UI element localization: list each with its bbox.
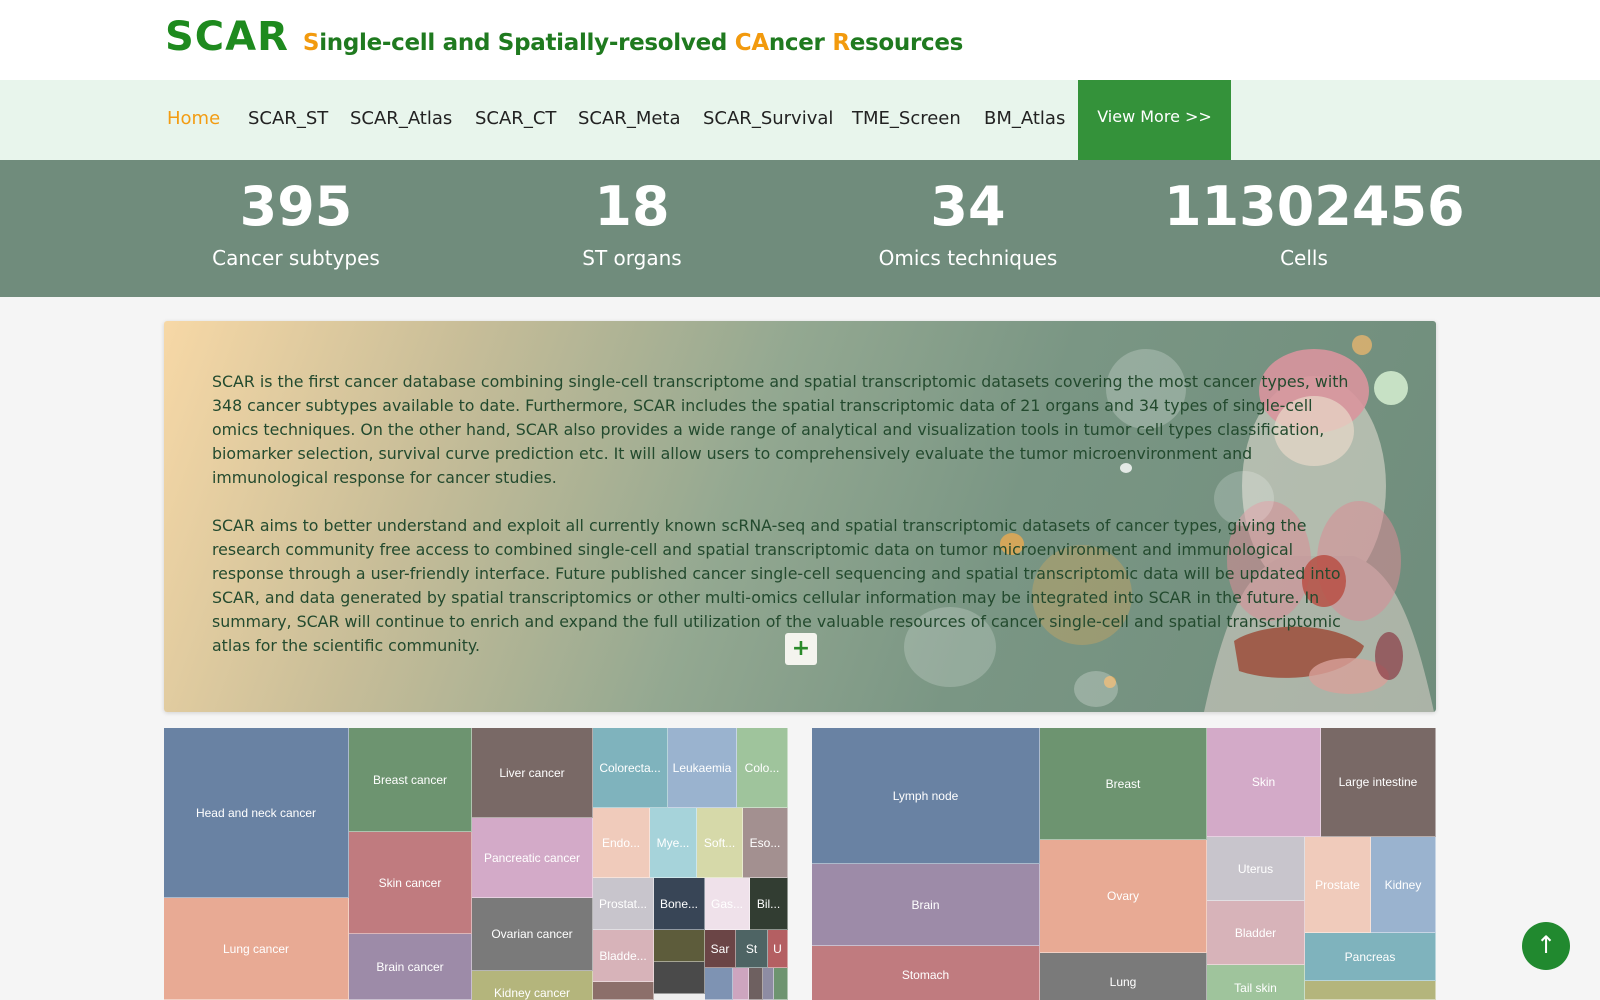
treemap-tile-soft-tissue[interactable]: Soft...	[697, 808, 743, 878]
organ-treemap: Lymph node Brain Stomach Breast Ovary Lu…	[812, 728, 1436, 1000]
treemap-tile-tail-skin[interactable]: Tail skin	[1207, 965, 1305, 1000]
stat-label: Cancer subtypes	[212, 246, 380, 270]
treemap-tile-stomach[interactable]: St	[736, 930, 768, 968]
treemap-tile-ovarian[interactable]: Ovarian cancer	[472, 898, 593, 971]
treemap-tile-uterus[interactable]: Uterus	[1207, 837, 1305, 901]
stat-number: 11302456	[1164, 175, 1465, 238]
treemap-tile-breast[interactable]: Breast	[1040, 728, 1207, 840]
stat-omics-techniques: 34 Omics techniques	[828, 175, 1108, 271]
treemap-tile-other[interactable]	[749, 968, 763, 1000]
stat-label: Omics techniques	[878, 246, 1058, 270]
treemap-tile-pancreas[interactable]: Pancreas	[1305, 933, 1436, 981]
treemap-tile-bone[interactable]: Bone...	[654, 878, 705, 930]
treemap-tile-kidney[interactable]: Kidney cancer	[472, 971, 593, 1000]
nav-tme-screen[interactable]: TME_Screen	[852, 80, 961, 160]
treemap-tile-esophageal[interactable]: Eso...	[743, 808, 788, 878]
brand-sub-ca: CA	[734, 30, 769, 56]
brand-sub-text-1: ingle-cell and Spatially-resolved	[319, 30, 735, 56]
treemap-tile-other[interactable]	[593, 982, 654, 1000]
treemap-tile-gastric[interactable]: Gas...	[705, 878, 750, 930]
treemap-tile-biliary[interactable]: Bil...	[750, 878, 788, 930]
brand-sub-text-2: ncer	[768, 30, 833, 56]
decor-bubble	[1352, 335, 1372, 355]
stats-banner: 395 Cancer subtypes 18 ST organs 34 Omic…	[0, 160, 1600, 297]
stat-number: 34	[930, 175, 1006, 238]
treemap-tile-brain[interactable]: Brain cancer	[349, 934, 472, 1000]
intro-panel: SCAR is the first cancer database combin…	[164, 321, 1436, 712]
treemap-tile-liver[interactable]: Liver cancer	[472, 728, 593, 818]
stat-number: 18	[594, 175, 670, 238]
treemap-tile-lymph-node[interactable]: Lymph node	[812, 728, 1040, 864]
treemap-tile-other[interactable]	[733, 968, 749, 1000]
treemap-tile-lung[interactable]: Lung cancer	[164, 898, 349, 1000]
treemap-tile-skin[interactable]: Skin cancer	[349, 832, 472, 934]
stat-cancer-subtypes: 395 Cancer subtypes	[156, 175, 436, 271]
treemap-tile-other[interactable]	[774, 968, 788, 1000]
treemap-tile-breast[interactable]: Breast cancer	[349, 728, 472, 832]
intro-paragraph-1: SCAR is the first cancer database combin…	[212, 372, 1349, 487]
treemap-tile-other[interactable]	[763, 968, 774, 1000]
brand-logo[interactable]: SCAR Single-cell and Spatially-resolved …	[165, 14, 963, 60]
treemap-tile-skin[interactable]: Skin	[1207, 728, 1321, 837]
main-nav: Home SCAR_ST SCAR_Atlas SCAR_CT SCAR_Met…	[0, 80, 1600, 160]
treemap-tile-bladder[interactable]: Bladde...	[593, 930, 654, 982]
treemap-tile-head-neck[interactable]: Head and neck cancer	[164, 728, 349, 898]
treemap-tile-prostate[interactable]: Prostate	[1305, 837, 1371, 933]
treemap-tile-brain[interactable]: Brain	[812, 864, 1040, 946]
stat-cells: 11302456 Cells	[1164, 175, 1465, 271]
treemap-tile-sarcoma[interactable]: Sar	[705, 930, 736, 968]
treemap-tile-uterine[interactable]: U	[768, 930, 788, 968]
nav-scar-meta[interactable]: SCAR_Meta	[578, 80, 681, 160]
site-header: SCAR Single-cell and Spatially-resolved …	[0, 0, 1600, 80]
decor-bubble	[1374, 371, 1408, 405]
treemap-tile-other[interactable]	[1305, 981, 1436, 1000]
nav-scar-atlas[interactable]: SCAR_Atlas	[350, 80, 452, 160]
treemap-tile-other[interactable]	[654, 930, 705, 962]
treemap-tile-ovary[interactable]: Ovary	[1040, 840, 1207, 953]
treemap-tile-other[interactable]	[705, 968, 733, 1000]
stat-label: Cells	[1280, 246, 1328, 270]
nav-scar-st[interactable]: SCAR_ST	[248, 80, 328, 160]
stat-label: ST organs	[582, 246, 682, 270]
nav-scar-ct[interactable]: SCAR_CT	[475, 80, 556, 160]
treemap-tile-stomach[interactable]: Stomach	[812, 946, 1040, 1000]
nav-bm-atlas[interactable]: BM_Atlas	[984, 80, 1065, 160]
treemap-tile-large-intestine[interactable]: Large intestine	[1321, 728, 1436, 837]
brand-sub-s: S	[302, 30, 320, 56]
treemap-tile-prostate[interactable]: Prostat...	[593, 878, 654, 930]
treemap-tile-endometrial[interactable]: Endo...	[593, 808, 650, 878]
nav-scar-survival[interactable]: SCAR_Survival	[703, 80, 833, 160]
treemap-tile-lung[interactable]: Lung	[1040, 953, 1207, 1000]
stat-number: 395	[239, 175, 353, 238]
brand-title: SCAR	[165, 14, 289, 60]
brand-sub-r: R	[832, 30, 850, 56]
treemap-tile-leukaemia[interactable]: Leukaemia	[668, 728, 737, 808]
treemap-tile-myeloma[interactable]: Mye...	[650, 808, 697, 878]
treemap-tile-other[interactable]	[654, 962, 705, 994]
arrow-up-icon: ↑	[1535, 931, 1557, 959]
stat-st-organs: 18 ST organs	[492, 175, 772, 271]
expand-button[interactable]: +	[785, 633, 817, 665]
cancer-type-treemap: Head and neck cancer Lung cancer Breast …	[164, 728, 788, 1000]
scroll-to-top-button[interactable]: ↑	[1522, 922, 1570, 970]
treemap-tile-pancreatic[interactable]: Pancreatic cancer	[472, 818, 593, 898]
brand-sub-text-3: esources	[849, 30, 964, 56]
treemap-tile-colorectal[interactable]: Colorecta...	[593, 728, 668, 808]
nav-home[interactable]: Home	[167, 80, 220, 160]
treemap-tile-bladder[interactable]: Bladder	[1207, 901, 1305, 965]
view-more-button[interactable]: View More >>	[1078, 80, 1231, 160]
brand-subtitle: Single-cell and Spatially-resolved CAnce…	[303, 30, 963, 56]
treemap-tile-colon[interactable]: Colo...	[737, 728, 788, 808]
treemap-tile-kidney[interactable]: Kidney	[1371, 837, 1436, 933]
